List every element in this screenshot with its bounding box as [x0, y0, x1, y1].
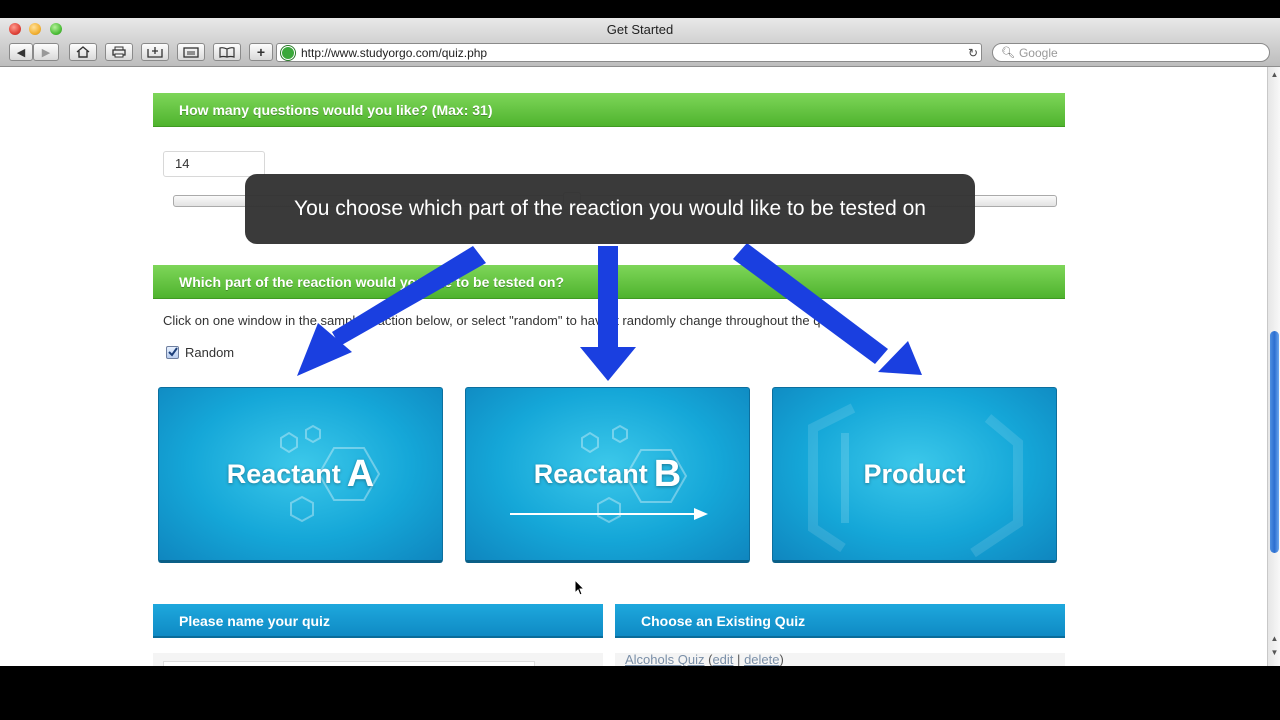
- vertical-scrollbar[interactable]: ▲ ▲ ▼: [1267, 67, 1280, 666]
- mouse-cursor-icon: [574, 579, 586, 596]
- top-letterbox: [0, 0, 1280, 18]
- forward-icon: ▶: [41, 46, 51, 59]
- home-icon: [76, 46, 90, 58]
- arrow-to-product: [733, 243, 922, 375]
- scroll-down-icon[interactable]: ▼: [1269, 647, 1280, 658]
- print-icon: [112, 46, 126, 58]
- back-icon: ◀: [16, 46, 26, 59]
- browser-toolbar: ◀ ▶ + http://www.studyorgo.com/quiz.php …: [0, 40, 1280, 67]
- reload-icon[interactable]: ↻: [965, 46, 981, 60]
- search-icon: 🔍︎: [1001, 47, 1015, 59]
- forward-button[interactable]: ▶: [33, 43, 59, 61]
- add-tab-button[interactable]: +: [249, 43, 273, 61]
- arrow-to-reactant-a: [297, 246, 486, 376]
- arrow-to-reactant-b: [580, 246, 636, 381]
- search-field[interactable]: 🔍︎ Google: [992, 43, 1270, 62]
- reader-icon: [183, 47, 199, 58]
- window-title: Get Started: [606, 22, 674, 37]
- bottom-letterbox: [0, 666, 1280, 720]
- book-icon: [219, 47, 235, 58]
- print-button[interactable]: [105, 43, 133, 61]
- search-placeholder: Google: [1018, 45, 1058, 60]
- reader-button[interactable]: [177, 43, 205, 61]
- scrollbar-thumb[interactable]: [1270, 331, 1279, 553]
- title-bar: Get Started: [0, 18, 1280, 40]
- add-tab-icon: +: [256, 44, 266, 60]
- bookmark-add-icon: [147, 47, 163, 58]
- tutorial-callout: You choose which part of the reaction yo…: [245, 174, 975, 244]
- book-button[interactable]: [213, 43, 241, 61]
- home-button[interactable]: [69, 43, 97, 61]
- bookmark-add-button[interactable]: [141, 43, 169, 61]
- scroll-up-small-icon[interactable]: ▲: [1269, 633, 1280, 644]
- url-text: http://www.studyorgo.com/quiz.php: [301, 45, 488, 60]
- address-bar[interactable]: http://www.studyorgo.com/quiz.php ↻: [276, 43, 982, 62]
- site-favicon-icon: [281, 45, 295, 60]
- scroll-up-icon[interactable]: ▲: [1269, 69, 1280, 80]
- page-content: How many questions would you like? (Max:…: [0, 67, 1267, 666]
- back-button[interactable]: ◀: [9, 43, 33, 61]
- browser-window: Get Started ◀ ▶ + http://www.studyorgo.c…: [0, 18, 1280, 666]
- annotation-arrows: [297, 243, 922, 381]
